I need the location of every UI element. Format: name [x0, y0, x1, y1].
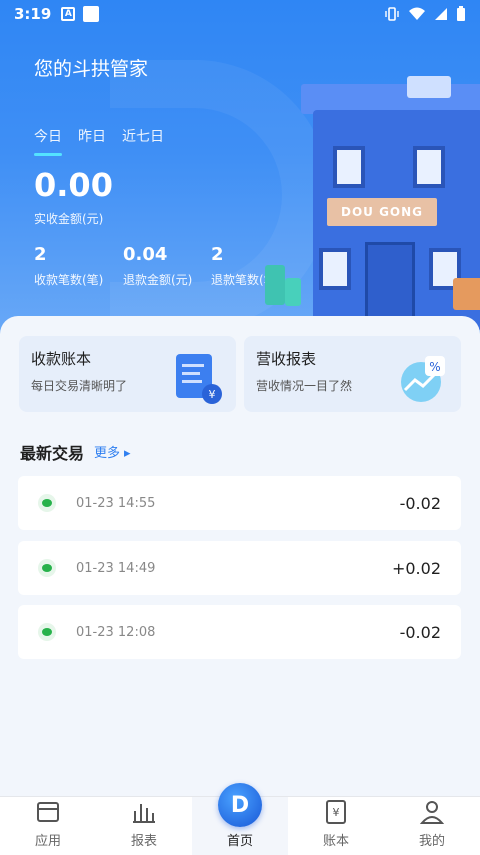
ledger-icon: ¥	[176, 354, 222, 404]
nav-item-report[interactable]: 报表	[96, 797, 192, 855]
signal-icon	[435, 8, 447, 20]
stat-refund-amount: 0.04 退款金额(元)	[123, 244, 192, 288]
status-bar: 3:19 A	[0, 0, 480, 28]
building-door	[365, 242, 415, 322]
stat-value: 0.04	[123, 244, 168, 265]
app-icon	[37, 802, 59, 822]
report-card[interactable]: 营收报表 营收情况一目了然 %	[244, 336, 461, 412]
svg-text:%: %	[429, 360, 440, 374]
notification-square-icon	[83, 6, 100, 22]
status-time: 3:19	[14, 5, 52, 23]
transaction-row[interactable]: 01-23 14:55 -0.02	[18, 476, 461, 530]
tab-last-seven-days[interactable]: 近七日	[122, 126, 164, 154]
ledger-card[interactable]: 收款账本 每日交易清晰明了 ¥	[19, 336, 236, 412]
main-content: 收款账本 每日交易清晰明了 ¥ 营收报表 营收情况一目了然 % 最新交易 更多 …	[0, 316, 480, 796]
transaction-time: 01-23 14:55	[76, 495, 156, 511]
report-chart-icon: %	[401, 356, 445, 402]
transaction-time: 01-23 12:08	[76, 624, 156, 640]
nav-item-home[interactable]: D 首页	[192, 783, 288, 855]
received-amount: 0.00	[34, 166, 113, 204]
nav-item-app[interactable]: 应用	[0, 797, 96, 855]
nav-label: 我的	[418, 834, 445, 849]
decor-cube	[285, 278, 301, 306]
latest-transactions-title: 最新交易	[20, 444, 85, 463]
vibrate-icon	[385, 7, 399, 21]
transaction-row[interactable]: 01-23 14:49 +0.02	[18, 541, 461, 595]
notification-a-icon: A	[61, 7, 76, 21]
chart-icon	[133, 804, 155, 823]
building-roof-box	[407, 76, 451, 98]
page-title: 您的斗拱管家	[34, 58, 149, 80]
bottom-nav: 应用 报表 D 首页 ¥ 账本 我的	[0, 783, 480, 855]
transaction-amount: -0.02	[399, 622, 441, 642]
wifi-icon	[409, 7, 425, 20]
tab-yesterday[interactable]: 昨日	[78, 126, 106, 154]
building-illustration: DOU GONG	[265, 70, 480, 330]
decor-cube	[265, 265, 285, 305]
stat-value: 2	[211, 244, 224, 265]
decor-box	[453, 278, 480, 310]
nav-label: 首页	[226, 834, 253, 849]
tab-today[interactable]: 今日	[34, 126, 62, 156]
stat-value: 2	[34, 244, 47, 265]
building-window	[333, 146, 365, 188]
building-window	[319, 248, 351, 290]
transaction-time: 01-23 14:49	[76, 560, 156, 576]
nav-label: 应用	[34, 834, 61, 849]
stat-payment-count: 2 收款笔数(笔)	[34, 244, 103, 288]
nav-item-mine[interactable]: 我的	[384, 797, 480, 855]
stat-label: 收款笔数(笔)	[34, 273, 104, 287]
svg-text:¥: ¥	[209, 388, 216, 401]
nav-item-ledger[interactable]: ¥ 账本	[288, 797, 384, 855]
wechat-pay-icon	[38, 559, 56, 577]
more-link[interactable]: 更多	[94, 442, 131, 461]
transaction-amount: +0.02	[391, 558, 441, 578]
building-window	[413, 146, 445, 188]
transaction-amount: -0.02	[399, 493, 441, 513]
user-icon	[419, 801, 445, 824]
transaction-row[interactable]: 01-23 12:08 -0.02	[18, 605, 461, 659]
wechat-pay-icon	[38, 494, 56, 512]
nav-label: 账本	[322, 834, 349, 849]
period-tabs: 今日 昨日 近七日	[34, 126, 164, 156]
battery-icon	[457, 6, 465, 21]
nav-label: 报表	[130, 834, 157, 849]
received-amount-label: 实收金额(元)	[34, 212, 104, 226]
svg-text:¥: ¥	[333, 806, 340, 819]
building-sign: DOU GONG	[327, 198, 437, 226]
stat-label: 退款金额(元)	[123, 273, 193, 287]
wechat-pay-icon	[38, 623, 56, 641]
header-banner: 3:19 A 您的斗拱管家 今日 昨日 近七日 0.00 实收金额(元) 2 收…	[0, 0, 480, 340]
ledger-icon: ¥	[326, 800, 346, 824]
home-logo-icon: D	[218, 783, 262, 827]
